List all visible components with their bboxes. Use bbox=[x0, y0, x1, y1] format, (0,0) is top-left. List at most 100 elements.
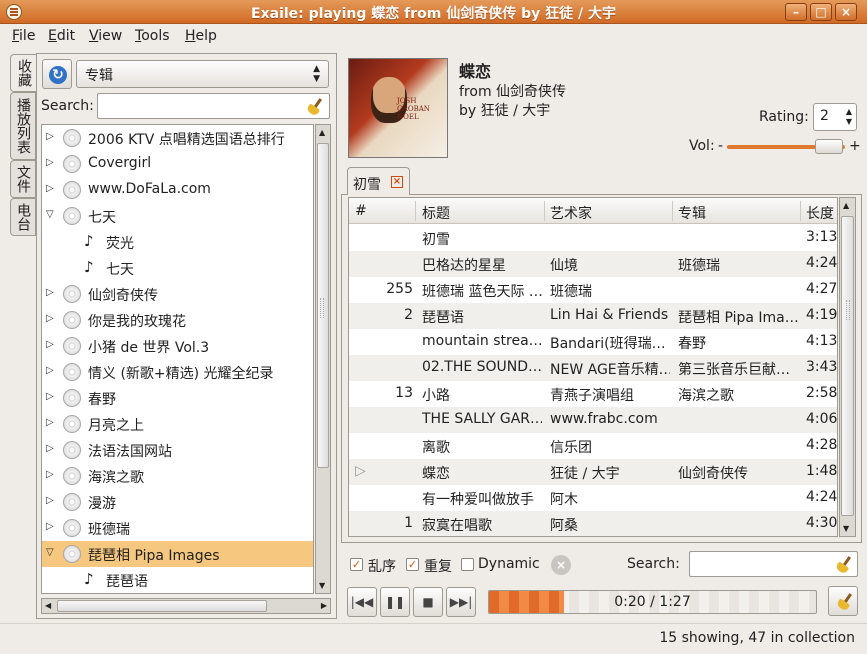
shuffle-checkbox[interactable]: ✓ bbox=[350, 558, 363, 571]
playlist-row[interactable]: 巴格达的星星 仙境 班德瑞 4:24 bbox=[349, 251, 837, 277]
expand-arrow-icon[interactable]: ▷ bbox=[46, 131, 54, 142]
menu-file[interactable]: File bbox=[12, 28, 35, 44]
playlist-scroll-up-icon[interactable]: ▲ bbox=[843, 201, 849, 210]
tree-album-item[interactable]: ▽ 琵琶相 Pipa Images bbox=[42, 541, 313, 567]
scroll-left-icon[interactable]: ◀ bbox=[45, 601, 51, 610]
stop-button[interactable]: ■ bbox=[413, 587, 443, 617]
playlist-row[interactable]: mountain strea… Bandari(班得瑞… 春野 4:13 bbox=[349, 329, 838, 355]
tree-album-item[interactable]: ▷ 月亮之上 bbox=[42, 411, 313, 437]
track-length: 4:24 bbox=[806, 489, 838, 505]
playlist-row[interactable]: ▷ 蝶恋 狂徒 / 大宇 仙剑奇侠传 1:48 bbox=[349, 459, 837, 485]
volume-slider-handle[interactable] bbox=[815, 139, 844, 154]
hscrollbar-thumb[interactable] bbox=[57, 600, 267, 612]
scroll-down-icon[interactable]: ▼ bbox=[319, 581, 325, 590]
expand-arrow-icon[interactable]: ▷ bbox=[46, 417, 54, 428]
album-cover[interactable]: JOSH GROBAN NOEL bbox=[348, 58, 448, 158]
tree-item-label: 春野 bbox=[88, 392, 116, 408]
column-number[interactable]: # bbox=[355, 203, 367, 219]
expand-arrow-icon[interactable]: ▷ bbox=[46, 521, 54, 532]
playlist-row[interactable]: 1 寂寞在唱歌 阿桑 4:30 bbox=[349, 511, 837, 536]
tree-album-item[interactable]: ▷ 漫游 bbox=[42, 489, 313, 515]
maximize-button[interactable]: □ bbox=[810, 3, 832, 21]
clear-queue-button[interactable] bbox=[828, 586, 858, 616]
expand-arrow-icon[interactable]: ▷ bbox=[46, 339, 54, 350]
expand-arrow-icon[interactable]: ▷ bbox=[46, 157, 54, 168]
playlist-tab[interactable]: 初雪 × bbox=[347, 167, 410, 195]
next-button[interactable]: ▶▶| bbox=[446, 587, 476, 617]
expand-arrow-icon[interactable]: ▷ bbox=[46, 391, 54, 402]
playlist-row[interactable]: 2 琵琶语 Lin Hai & Friends 琵琶相 Pipa Ima… 4:19 bbox=[349, 303, 837, 329]
expand-arrow-icon[interactable]: ▷ bbox=[46, 313, 54, 324]
track-length: 4:13 bbox=[806, 333, 838, 349]
menu-view[interactable]: View bbox=[89, 28, 122, 44]
tab-files[interactable]: 文件 bbox=[10, 160, 36, 198]
tab-radio[interactable]: 电台 bbox=[10, 198, 36, 236]
playlist-row[interactable]: THE SALLY GAR… www.frabc.com 4:06 bbox=[349, 407, 837, 433]
tree-album-item[interactable]: ▷ 海滨之歌 bbox=[42, 463, 313, 489]
playlist-row[interactable]: 离歌 信乐团 4:28 bbox=[349, 433, 837, 459]
tree-album-item[interactable]: ▷ 法语法国网站 bbox=[42, 437, 313, 463]
playlist-scrollbar-thumb[interactable] bbox=[841, 216, 854, 516]
expand-arrow-icon[interactable]: ▷ bbox=[46, 183, 54, 194]
view-mode-combo[interactable]: 专辑 ▲ ▼ bbox=[76, 60, 329, 88]
tab-collection[interactable]: 收藏 bbox=[10, 54, 36, 92]
playlist-scroll-down-icon[interactable]: ▼ bbox=[843, 524, 849, 533]
clear-playlist-icon[interactable]: × bbox=[551, 555, 571, 575]
playlist-row[interactable]: 02.THE SOUND… NEW AGE音乐精… 第三张音乐巨献… 3:43 bbox=[349, 355, 837, 381]
playlist-row[interactable]: 13 小路 青燕子演唱组 海滨之歌 2:58 bbox=[349, 381, 837, 407]
tree-track-item[interactable]: ♪ 琵琶语 bbox=[42, 567, 313, 593]
pane-splitter[interactable] bbox=[320, 298, 324, 318]
expand-arrow-icon[interactable]: ▷ bbox=[46, 287, 54, 298]
dynamic-checkbox[interactable] bbox=[461, 558, 474, 571]
column-title[interactable]: 标题 bbox=[422, 203, 450, 223]
minimize-button[interactable]: – bbox=[785, 3, 807, 21]
close-window-button[interactable]: × bbox=[835, 3, 857, 21]
tree-album-item[interactable]: ▷ 仙剑奇侠传 bbox=[42, 281, 313, 307]
tree-album-item[interactable]: ▷ 你是我的玫瑰花 bbox=[42, 307, 313, 333]
tree-album-item[interactable]: ▷ 班德瑞 bbox=[42, 515, 313, 541]
playlist-scrollbar[interactable]: ▲ ▼ bbox=[839, 197, 856, 537]
menu-edit[interactable]: Edit bbox=[48, 28, 75, 44]
pause-button[interactable]: ❚❚ bbox=[380, 587, 410, 617]
expand-arrow-icon[interactable]: ▷ bbox=[46, 365, 54, 376]
clear-playlist-search-broom-icon[interactable] bbox=[834, 555, 852, 573]
column-artist[interactable]: 艺术家 bbox=[550, 203, 592, 223]
playlist-row[interactable]: 初雪 3:13 bbox=[349, 225, 837, 251]
expand-arrow-icon[interactable]: ▷ bbox=[46, 443, 54, 454]
scroll-right-icon[interactable]: ▶ bbox=[321, 601, 327, 610]
tree-album-item[interactable]: ▷ 小猪 de 世界 Vol.3 bbox=[42, 333, 313, 359]
previous-button[interactable]: |◀◀ bbox=[347, 587, 377, 617]
tree-album-item[interactable]: ▷ www.DoFaLa.com bbox=[42, 177, 313, 203]
seek-bar[interactable]: 0:20 / 1:27 bbox=[488, 590, 817, 614]
repeat-checkbox[interactable]: ✓ bbox=[406, 558, 419, 571]
refresh-button[interactable]: ↻ bbox=[42, 59, 72, 89]
tree-item-label: 月亮之上 bbox=[88, 418, 144, 434]
tree-album-item[interactable]: ▷ 情义 (新歌+精选) 光耀全纪录 bbox=[42, 359, 313, 385]
collapse-arrow-icon[interactable]: ▽ bbox=[46, 209, 54, 220]
menu-help[interactable]: Help bbox=[185, 28, 217, 44]
tree-album-item[interactable]: ▷ 2006 KTV 点唱精选国语总排行 bbox=[42, 125, 313, 151]
collection-vertical-scrollbar[interactable]: ▲ ▼ bbox=[315, 124, 331, 594]
volume-label: Vol: bbox=[689, 138, 715, 154]
playlist-row[interactable]: 有一种爱叫做放手 阿木 4:24 bbox=[349, 485, 838, 511]
tree-track-item[interactable]: ♪ 荧光 bbox=[42, 229, 313, 255]
close-tab-icon[interactable]: × bbox=[391, 176, 403, 188]
column-album[interactable]: 专辑 bbox=[678, 203, 706, 223]
expand-arrow-icon[interactable]: ▷ bbox=[46, 469, 54, 480]
tab-playlists[interactable]: 播放列表 bbox=[10, 92, 36, 160]
scroll-up-icon[interactable]: ▲ bbox=[319, 128, 325, 137]
rating-spinner[interactable]: 2 ▲ ▼ bbox=[813, 103, 857, 131]
tree-album-item[interactable]: ▷ 春野 bbox=[42, 385, 313, 411]
tree-track-item[interactable]: ♪ 七天 bbox=[42, 255, 313, 281]
expand-arrow-icon[interactable]: ▷ bbox=[46, 495, 54, 506]
clear-search-broom-icon[interactable] bbox=[305, 97, 323, 115]
collapse-arrow-icon[interactable]: ▽ bbox=[46, 547, 54, 558]
playlist-row[interactable]: 255 班德瑞 蓝色天际 … 班德瑞 4:27 bbox=[349, 277, 837, 303]
menu-tools[interactable]: Tools bbox=[135, 28, 170, 44]
collection-horizontal-scrollbar[interactable]: ◀ ▶ bbox=[41, 598, 331, 614]
playlist-search-input[interactable] bbox=[689, 551, 858, 577]
collection-search-input[interactable] bbox=[97, 93, 330, 119]
column-length[interactable]: 长度 bbox=[806, 203, 834, 223]
tree-album-item[interactable]: ▷ Covergirl bbox=[42, 151, 313, 177]
tree-album-item[interactable]: ▽ 七天 bbox=[42, 203, 313, 229]
